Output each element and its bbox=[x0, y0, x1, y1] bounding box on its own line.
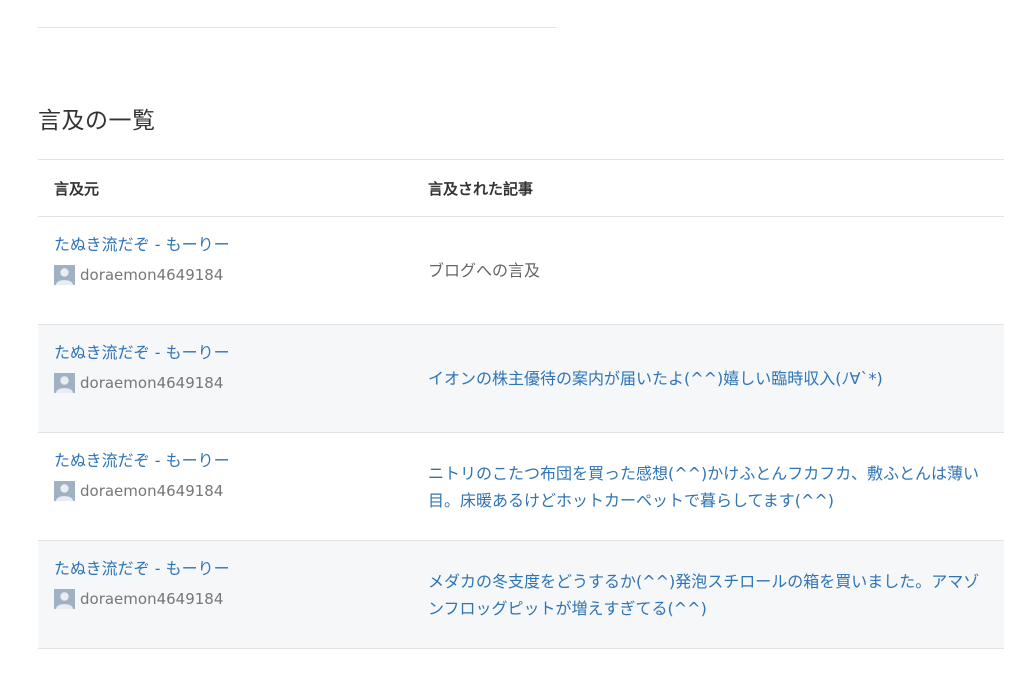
source-user: doraemon4649184 bbox=[54, 481, 412, 501]
source-blog-link[interactable]: たぬき流だぞ - もーりー bbox=[54, 559, 412, 579]
source-cell: たぬき流だぞ - もーりー doraemon4649184 bbox=[38, 217, 412, 324]
article-cell: ブログへの言及 bbox=[412, 217, 1004, 324]
mentioned-article-text: ブログへの言及 bbox=[428, 257, 540, 284]
article-cell: ニトリのこたつ布団を買った感想(^^)かけふとんフカフカ、敷ふとんは薄い 目。床… bbox=[412, 433, 1004, 540]
user-name[interactable]: doraemon4649184 bbox=[80, 266, 223, 284]
divider bbox=[38, 27, 556, 28]
table-row: たぬき流だぞ - もーりー doraemon4649184 イオンの株主優待の案… bbox=[38, 325, 1004, 433]
article-line: 目。床暖あるけどホットカーペットで暮らしてます(^^) bbox=[428, 490, 835, 510]
source-blog-link[interactable]: たぬき流だぞ - もーりー bbox=[54, 343, 412, 363]
user-avatar-icon[interactable] bbox=[54, 373, 75, 393]
user-avatar-icon[interactable] bbox=[54, 589, 75, 609]
source-blog-link[interactable]: たぬき流だぞ - もーりー bbox=[54, 235, 412, 255]
article-cell: イオンの株主優待の案内が届いたよ(^^)嬉しい臨時収入(ﾉ∀`*) bbox=[412, 325, 1004, 432]
table-row: たぬき流だぞ - もーりー doraemon4649184 ブログへの言及 bbox=[38, 217, 1004, 325]
source-user: doraemon4649184 bbox=[54, 265, 412, 285]
header-article: 言及された記事 bbox=[428, 179, 534, 198]
table-row: たぬき流だぞ - もーりー doraemon4649184 メダカの冬支度をどう… bbox=[38, 541, 1004, 649]
user-avatar-icon[interactable] bbox=[54, 481, 75, 501]
source-blog-link[interactable]: たぬき流だぞ - もーりー bbox=[54, 451, 412, 471]
article-line: メダカの冬支度をどうするか(^^)発泡スチロールの箱を買いました。アマゾ bbox=[428, 571, 980, 591]
source-cell: たぬき流だぞ - もーりー doraemon4649184 bbox=[38, 433, 412, 540]
source-user: doraemon4649184 bbox=[54, 373, 412, 393]
header-source: 言及元 bbox=[54, 179, 100, 198]
mentions-table: 言及元 言及された記事 たぬき流だぞ - もーりー doraemon464918… bbox=[38, 159, 1004, 649]
table-header: 言及元 言及された記事 bbox=[38, 160, 1004, 217]
article-line: ニトリのこたつ布団を買った感想(^^)かけふとんフカフカ、敷ふとんは薄い bbox=[428, 463, 979, 483]
article-line: ンフロッグピットが増えすぎてる(^^) bbox=[428, 598, 707, 618]
source-cell: たぬき流だぞ - もーりー doraemon4649184 bbox=[38, 541, 412, 648]
article-line: ブログへの言及 bbox=[428, 261, 541, 280]
table-row: たぬき流だぞ - もーりー doraemon4649184 ニトリのこたつ布団を… bbox=[38, 433, 1004, 541]
mentioned-article-link[interactable]: メダカの冬支度をどうするか(^^)発泡スチロールの箱を買いました。アマゾ ンフロ… bbox=[428, 568, 979, 622]
user-name[interactable]: doraemon4649184 bbox=[80, 374, 223, 392]
section-title: 言及の一覧 bbox=[38, 108, 156, 134]
user-avatar-icon[interactable] bbox=[54, 265, 75, 285]
mentioned-article-link[interactable]: イオンの株主優待の案内が届いたよ(^^)嬉しい臨時収入(ﾉ∀`*) bbox=[428, 365, 883, 392]
article-cell: メダカの冬支度をどうするか(^^)発泡スチロールの箱を買いました。アマゾ ンフロ… bbox=[412, 541, 1004, 648]
mentioned-article-link[interactable]: ニトリのこたつ布団を買った感想(^^)かけふとんフカフカ、敷ふとんは薄い 目。床… bbox=[428, 460, 979, 514]
source-user: doraemon4649184 bbox=[54, 589, 412, 609]
user-name[interactable]: doraemon4649184 bbox=[80, 482, 223, 500]
mentions-page: 言及の一覧 言及元 言及された記事 たぬき流だぞ - もーりー doraemon… bbox=[0, 0, 1024, 683]
source-cell: たぬき流だぞ - もーりー doraemon4649184 bbox=[38, 325, 412, 432]
article-line: イオンの株主優待の案内が届いたよ(^^)嬉しい臨時収入(ﾉ∀`*) bbox=[428, 369, 883, 388]
user-name[interactable]: doraemon4649184 bbox=[80, 590, 223, 608]
